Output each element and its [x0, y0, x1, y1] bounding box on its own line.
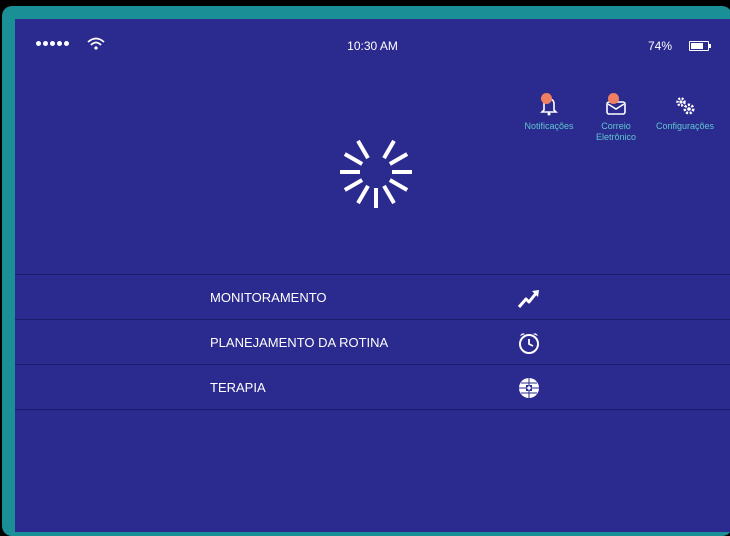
- email-button[interactable]: Correio Eletrônico: [587, 93, 645, 143]
- main-menu: MONITORAMENTO PLANEJAMENTO DA ROTINA TER…: [15, 274, 730, 410]
- notification-badge: [541, 93, 552, 104]
- spinner-bar: [388, 152, 409, 166]
- status-bar: 10:30 AM 74%: [15, 19, 730, 53]
- menu-item-planejamento-da-rotina[interactable]: PLANEJAMENTO DA ROTINA: [15, 320, 730, 365]
- settings-label: Configurações: [655, 121, 715, 131]
- trend-chart-icon: [517, 290, 539, 308]
- gears-icon: [676, 97, 695, 115]
- settings-button[interactable]: Configurações: [649, 95, 721, 132]
- device-frame: 10:30 AM 74% Notificações Correio Eletrô…: [0, 0, 730, 536]
- app-screen: 10:30 AM 74% Notificações Correio Eletrô…: [15, 19, 730, 532]
- battery-percent: 74%: [648, 39, 673, 53]
- menu-item-monitoramento[interactable]: MONITORAMENTO: [15, 275, 730, 320]
- menu-item-label: PLANEJAMENTO DA ROTINA: [210, 335, 389, 350]
- spinner-bar: [382, 139, 396, 160]
- spinner-bar: [343, 178, 364, 192]
- email-badge: [608, 93, 619, 104]
- email-label: Correio Eletrônico: [595, 121, 637, 142]
- globe-cross-icon: [519, 378, 539, 398]
- notifications-button[interactable]: Notificações: [518, 93, 580, 132]
- spinner-bar: [343, 152, 364, 166]
- spinner-bar: [356, 184, 370, 205]
- notifications-label: Notificações: [524, 121, 574, 131]
- menu-item-terapia[interactable]: TERAPIA: [15, 365, 730, 410]
- spinner-bar: [382, 184, 396, 205]
- menu-item-label: TERAPIA: [210, 380, 266, 395]
- spinner-bar: [356, 139, 370, 160]
- battery-icon: [689, 41, 711, 51]
- spinner-bar: [388, 178, 409, 192]
- menu-item-label: MONITORAMENTO: [210, 290, 327, 305]
- loading-spinner-icon: [340, 139, 412, 208]
- alarm-clock-icon: [519, 333, 539, 354]
- status-time: 10:30 AM: [347, 39, 398, 53]
